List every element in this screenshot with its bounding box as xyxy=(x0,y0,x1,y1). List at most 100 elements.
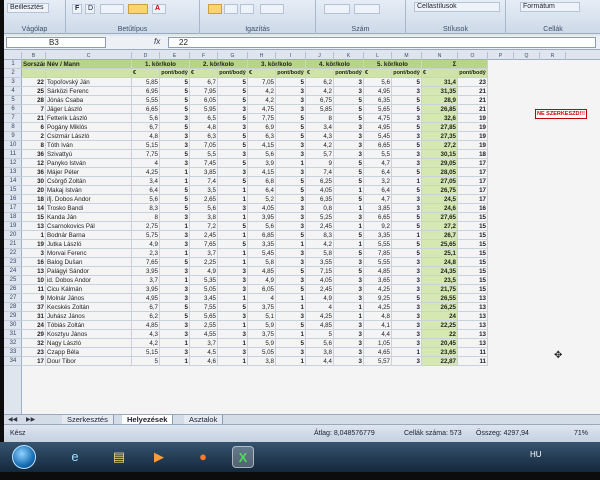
cell-points[interactable]: 3 xyxy=(276,222,306,231)
cell-sorszam[interactable]: 13 xyxy=(22,222,46,231)
cell-points[interactable]: 5 xyxy=(334,96,364,105)
column-header[interactable]: Q xyxy=(514,52,540,60)
cell-euro[interactable]: 4,9 xyxy=(190,267,218,276)
cell-points[interactable]: 1 xyxy=(276,303,306,312)
cell-name[interactable]: Makaj István xyxy=(46,186,132,195)
cell-euro[interactable]: 4,15 xyxy=(248,168,276,177)
cell-euro[interactable]: 3,5 xyxy=(190,186,218,195)
firefox-icon[interactable]: ● xyxy=(192,446,214,468)
cell-total-euro[interactable]: 27,65 xyxy=(422,213,458,222)
cell-points[interactable]: 5 xyxy=(334,177,364,186)
cell-sorszam[interactable]: 23 xyxy=(22,348,46,357)
cell-euro[interactable]: 4,2 xyxy=(306,141,334,150)
cell-sorszam[interactable]: 28 xyxy=(22,96,46,105)
cell-euro[interactable]: 4,95 xyxy=(132,294,160,303)
cell-points[interactable]: 3 xyxy=(160,141,190,150)
cell-total-points[interactable]: 15 xyxy=(458,249,488,258)
cell-sorszam[interactable]: 36 xyxy=(22,168,46,177)
cell-euro[interactable]: 3,55 xyxy=(306,258,334,267)
column-header[interactable]: C xyxy=(46,52,132,60)
cell-points[interactable]: 3 xyxy=(160,285,190,294)
cell-total-points[interactable]: 15 xyxy=(458,240,488,249)
cell-points[interactable]: 5 xyxy=(160,87,190,96)
cell-euro[interactable]: 4,75 xyxy=(248,105,276,114)
cell-sorszam[interactable]: 15 xyxy=(22,213,46,222)
cell-points[interactable]: 3 xyxy=(160,294,190,303)
cell-points[interactable]: 3 xyxy=(334,78,364,87)
cell-euro[interactable]: 4,05 xyxy=(306,276,334,285)
cell-name[interactable]: Jäger László xyxy=(46,105,132,114)
cell-points[interactable]: 1 xyxy=(160,276,190,285)
cell-euro[interactable]: 0,8 xyxy=(306,204,334,213)
cell-euro[interactable]: 5,05 xyxy=(190,285,218,294)
cell-euro[interactable]: 2,75 xyxy=(132,222,160,231)
cell-points[interactable]: 3 xyxy=(276,204,306,213)
cell-points[interactable]: 1 xyxy=(334,222,364,231)
cell-euro[interactable]: 5,65 xyxy=(364,105,392,114)
cell-points[interactable]: 5 xyxy=(392,222,422,231)
cell-euro[interactable]: 7,4 xyxy=(190,177,218,186)
cell-euro[interactable]: 4,8 xyxy=(190,123,218,132)
cell-euro[interactable]: 5,7 xyxy=(306,150,334,159)
cell-points[interactable]: 5 xyxy=(160,204,190,213)
cell-points[interactable]: 5 xyxy=(334,267,364,276)
cell-euro[interactable]: 6,95 xyxy=(132,87,160,96)
cell-euro[interactable]: 3,35 xyxy=(248,240,276,249)
cell-points[interactable]: 5 xyxy=(160,186,190,195)
cell-euro[interactable]: 9,25 xyxy=(364,294,392,303)
cell-euro[interactable]: 5,8 xyxy=(248,258,276,267)
cell-euro[interactable]: 4,15 xyxy=(248,141,276,150)
row-header[interactable]: 13 xyxy=(4,168,22,177)
cell-points[interactable]: 1 xyxy=(276,357,306,366)
cell-euro[interactable]: 2,45 xyxy=(306,222,334,231)
row-header[interactable]: 1 xyxy=(4,60,22,69)
cell-points[interactable]: 3 xyxy=(392,267,422,276)
cell-points[interactable]: 3 xyxy=(218,105,248,114)
cell-name[interactable]: Csizmár László xyxy=(46,132,132,141)
cell-points[interactable]: 1 xyxy=(160,357,190,366)
cell-points[interactable]: 3 xyxy=(276,195,306,204)
cell-points[interactable]: 5 xyxy=(218,78,248,87)
fill-color-button[interactable] xyxy=(128,4,148,14)
cell-total-points[interactable]: 13 xyxy=(458,312,488,321)
cell-points[interactable]: 5 xyxy=(276,321,306,330)
cell-euro[interactable]: 8,3 xyxy=(132,204,160,213)
cell-points[interactable]: 5 xyxy=(160,105,190,114)
formula-input[interactable]: 22 xyxy=(168,37,596,48)
cell-points[interactable]: 5 xyxy=(218,177,248,186)
cell-points[interactable]: 5 xyxy=(392,123,422,132)
row-header[interactable]: 32 xyxy=(4,339,22,348)
font-color-button[interactable]: A xyxy=(152,4,166,14)
cell-name[interactable]: Jutka László xyxy=(46,240,132,249)
cell-points[interactable]: 1 xyxy=(334,312,364,321)
cell-total-euro[interactable]: 30,15 xyxy=(422,150,458,159)
cell-points[interactable]: 3 xyxy=(334,150,364,159)
cell-euro[interactable]: 4,95 xyxy=(364,87,392,96)
cell-points[interactable]: 5 xyxy=(276,78,306,87)
cell-euro[interactable]: 4,05 xyxy=(248,204,276,213)
cell-name[interactable]: Czapp Béla xyxy=(46,348,132,357)
cell-total-points[interactable]: 11 xyxy=(458,348,488,357)
row-header[interactable]: 3 xyxy=(4,78,22,87)
cell-total-points[interactable]: 13 xyxy=(458,294,488,303)
cell-euro[interactable]: 4,9 xyxy=(248,276,276,285)
cell-total-euro[interactable]: 24,6 xyxy=(422,204,458,213)
cell-points[interactable]: 5 xyxy=(160,78,190,87)
cell-points[interactable]: 3 xyxy=(276,249,306,258)
cell-points[interactable]: 5 xyxy=(218,159,248,168)
cell-total-points[interactable]: 15 xyxy=(458,276,488,285)
column-header[interactable]: E xyxy=(160,52,190,60)
row-header[interactable]: 14 xyxy=(4,177,22,186)
row-header[interactable]: 34 xyxy=(4,357,22,366)
cell-points[interactable]: 5 xyxy=(392,168,422,177)
cell-total-euro[interactable]: 25,1 xyxy=(422,249,458,258)
cell-sorszam[interactable]: 7 xyxy=(22,105,46,114)
subheader-euro[interactable]: € xyxy=(364,69,392,78)
cell-total-euro[interactable]: 24,5 xyxy=(422,195,458,204)
cell-points[interactable]: 3 xyxy=(160,213,190,222)
cell-sorszam[interactable]: 25 xyxy=(22,87,46,96)
cell-euro[interactable]: 6,2 xyxy=(132,312,160,321)
cell-euro[interactable]: 7,55 xyxy=(190,303,218,312)
cell-euro[interactable]: 4,85 xyxy=(248,267,276,276)
cell-euro[interactable]: 5,25 xyxy=(306,213,334,222)
